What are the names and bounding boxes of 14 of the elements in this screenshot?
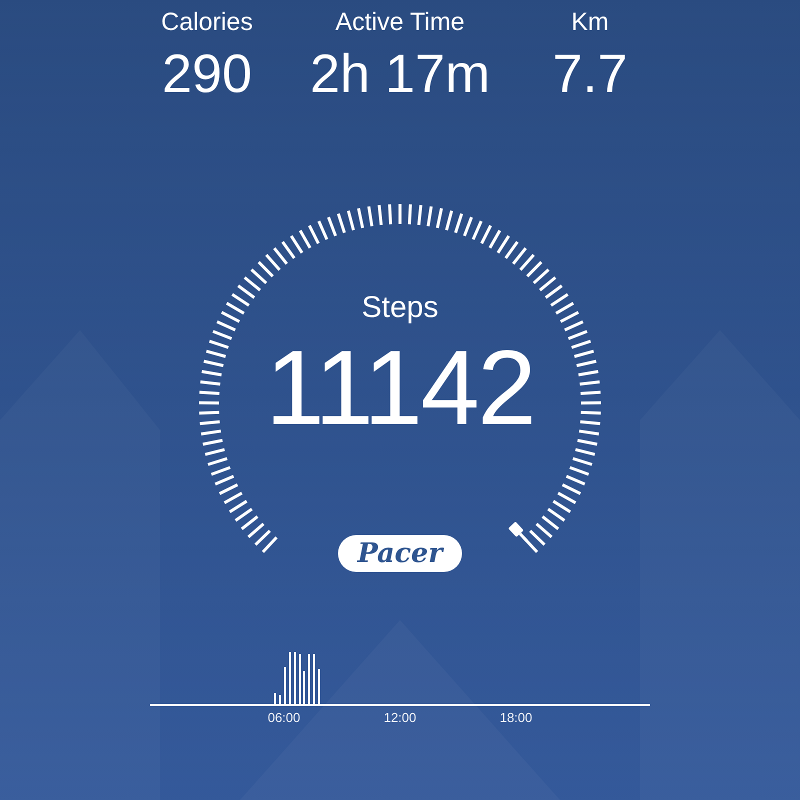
time-label: 06:00 xyxy=(266,711,302,724)
stat-value: 7.7 xyxy=(552,47,628,101)
stat-label: Km xyxy=(571,10,609,35)
stat-value: 2h 17m xyxy=(310,47,490,101)
gauge-marker xyxy=(508,522,528,542)
steps-label: Steps xyxy=(362,293,438,323)
stat-label: Calories xyxy=(161,10,253,35)
steps-count: 11142 xyxy=(265,335,535,441)
activity-bars-drawing xyxy=(274,651,320,705)
stat-value: 290 xyxy=(162,47,252,101)
stat-label: Active Time xyxy=(335,10,465,35)
time-label: 18:00 xyxy=(498,711,534,724)
pacer-logo: Pacer xyxy=(338,535,462,572)
time-label: 12:00 xyxy=(382,711,418,724)
